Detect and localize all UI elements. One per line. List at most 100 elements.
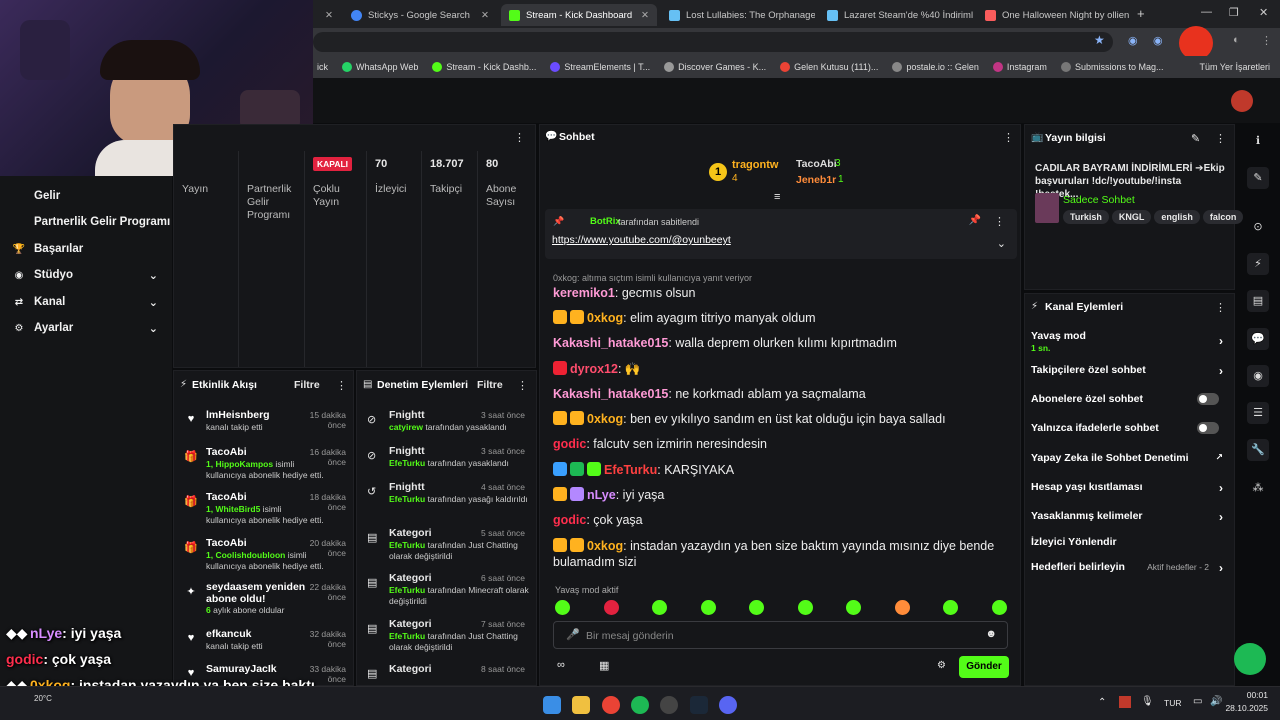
bookmark-submissions[interactable]: Submissions to Mag... [1060,62,1163,72]
emote-button[interactable] [652,600,667,615]
edit-icon[interactable]: ✎ [1191,132,1200,145]
tag[interactable]: falcon [1202,210,1244,224]
channel-action-item[interactable]: Hedefleri belirleyin Aktif hedefler - 2 › [1031,561,1227,581]
chat-message[interactable]: dyrox12: 🙌 [553,361,1013,377]
channel-action-item[interactable]: Yasaklanmış kelimeler › [1031,510,1227,530]
top-gifter-name[interactable]: Jeneb1r [796,174,836,186]
more-icon[interactable]: ⋮ [336,379,347,392]
weather-temp[interactable]: 20°C [34,694,52,703]
chat-username[interactable]: 0xkog [587,412,623,426]
tag[interactable]: english [1154,210,1200,224]
tag[interactable]: Turkish [1063,210,1109,224]
chat-username[interactable]: godic [553,437,586,451]
unpin-icon[interactable]: 📌 [969,215,981,226]
steam-icon[interactable] [690,696,708,714]
pinned-link[interactable]: https://www.youtube.com/@oyunbeeyt [552,234,731,246]
chat-username[interactable]: 0xkog [587,539,623,553]
activity-user[interactable]: TacoAbi [206,446,296,458]
modlog-item[interactable]: ▤ Kategori 8 saat önce [361,663,531,685]
modlog-moderator[interactable]: EfeTurku [389,540,425,550]
file-explorer-icon[interactable] [572,696,590,714]
clock-date[interactable]: 28.10.2025 [1225,703,1268,713]
sidebar-item-channel[interactable]: ⇄ Kanal ⌄ [0,289,172,315]
chat-username[interactable]: Kakashi_hatake015 [553,336,668,350]
microphone-icon[interactable]: 🎙 [1141,696,1154,707]
modlog-item[interactable]: ↺ Fnightt 4 saat önce EfeTurku tarafından y… [361,481,531,521]
chevron-down-icon[interactable]: ⌄ [997,237,1006,250]
chat-username[interactable]: dyrox12 [570,362,618,376]
activity-item[interactable]: 🎁 TacoAbi 20 dakika önce 1, Coolishdoubloon… [180,537,350,577]
modlog-item[interactable]: ▤ Kategori 6 saat önce EfeTurku tarafından … [361,572,531,612]
modlog-target[interactable]: Kategori [389,618,432,630]
broadcast-icon[interactable]: ◉ [1247,365,1269,387]
chat-username[interactable]: godic [553,513,586,527]
more-icon[interactable]: ⋮ [514,131,525,144]
bookmark-postale[interactable]: postale.io :: Gelen [892,62,979,72]
chrome-icon[interactable] [602,696,620,714]
modlog-target[interactable]: Fnightt [389,445,425,457]
store-icon[interactable]: ▦ [599,659,609,672]
emote-button[interactable] [894,600,910,615]
chat-message[interactable]: godic: çok yaşa [553,512,1013,528]
channel-action-item[interactable]: Yalnızca ifadelerle sohbet [1031,422,1227,442]
edit-icon[interactable]: ✎ [1247,167,1269,189]
modlog-moderator[interactable]: catyirew [389,422,423,432]
chat-message[interactable]: 0xkog: elim ayagım titriyo manyak oldum [553,310,1013,326]
filter-button[interactable]: Filtre [294,379,320,391]
activity-item[interactable]: 🎁 TacoAbi 18 dakika önce 1, WhiteBird5 isim… [180,491,350,531]
close-icon[interactable]: ✕ [481,10,489,21]
info-icon[interactable]: ℹ [1247,130,1269,152]
chat-message[interactable]: Kakashi_hatake015: walla deprem olurken … [553,335,1013,351]
lightning-icon[interactable]: ⚡ [1247,253,1269,275]
spotify-icon[interactable] [631,696,649,714]
channel-action-item[interactable]: Yavaş mod 1 sn. › [1031,330,1227,353]
emote-button[interactable] [603,600,619,615]
activity-user[interactable]: SamurayJacIk [206,663,296,675]
modlog-item[interactable]: ▤ Kategori 5 saat önce EfeTurku tarafından … [361,527,531,567]
network-icon[interactable]: ▭ [1193,696,1202,707]
emote-button[interactable] [749,600,764,615]
sidebar-item-studio[interactable]: ◉ Stüdyo ⌄ [0,262,172,288]
chat-message[interactable]: 0xkog: instadan yazaydın ya ben size bak… [553,538,1013,570]
windows-start-icon[interactable] [543,696,561,714]
more-icon[interactable]: ⋮ [517,379,528,392]
modlog-target[interactable]: Fnightt [389,409,425,421]
tab-kick-dashboard[interactable]: Stream - Kick Dashboard ✕ [501,4,657,26]
chat-username[interactable]: keremiko1 [553,286,615,300]
maximize-button[interactable]: ❐ [1229,6,1239,19]
chat-message[interactable]: godic: falcutv sen izmirin neresindesin [553,436,1013,452]
channel-action-item[interactable]: Hesap yaşı kısıtlaması › [1031,481,1227,501]
document-icon[interactable]: ▤ [1247,290,1269,312]
more-icon[interactable]: ⋮ [994,215,1005,228]
send-button[interactable]: Gönder [959,656,1009,678]
address-input[interactable] [313,32,1113,52]
chat-message[interactable]: nLye: iyi yaşa [553,487,1013,503]
chat-message[interactable]: keremiko1: gecmıs olsun [553,285,1013,301]
close-window-button[interactable]: ✕ [1259,6,1268,19]
activity-item[interactable]: ♥ efkancuk 32 dakika önce kanalı takip etti [180,628,350,668]
top-gifter-name[interactable]: TacoAbi [796,158,837,170]
emote-button[interactable] [846,600,861,615]
profile-icon[interactable]: ◐ [1233,34,1240,46]
camera-icon[interactable]: ⊙ [1247,216,1269,238]
modlog-target[interactable]: Kategori [389,527,432,539]
all-bookmarks[interactable]: Tüm Yer İşaretleri [1199,62,1270,72]
channel-action-item[interactable]: Abonelere özel sohbet [1031,393,1227,413]
clock-time[interactable]: 00:01 [1246,690,1268,700]
bookmark-kick[interactable]: Stream - Kick Dashb... [432,62,536,72]
emote-button[interactable] [700,600,716,615]
sidebar-item-settings[interactable]: ⚙ Ayarlar ⌄ [0,315,172,341]
points-icon[interactable]: ∞ [557,659,565,671]
tab-steam-2[interactable]: Lazaret Steam'de %40 İndirimli✕ [819,4,973,26]
tray-chevron-icon[interactable]: ⌃ [1098,697,1106,708]
user-avatar[interactable] [1231,90,1253,112]
bookmark-partial[interactable]: ick [317,62,328,72]
microphone-icon[interactable]: 🎤 [566,628,580,641]
chat-message[interactable]: Kakashi_hatake015: ne korkmadı ablam ya … [553,386,1013,402]
emoji-icon[interactable]: ☻ [985,628,997,640]
support-button[interactable] [1234,643,1266,675]
chat-message[interactable]: EfeTurku: KARŞIYAKA [553,462,1013,478]
channel-action-item[interactable]: Yapay Zeka ile Sohbet Denetimi ↗ [1031,452,1227,472]
activity-user[interactable]: TacoAbi [206,491,296,503]
activity-user[interactable]: lmHeisnberg [206,409,296,421]
